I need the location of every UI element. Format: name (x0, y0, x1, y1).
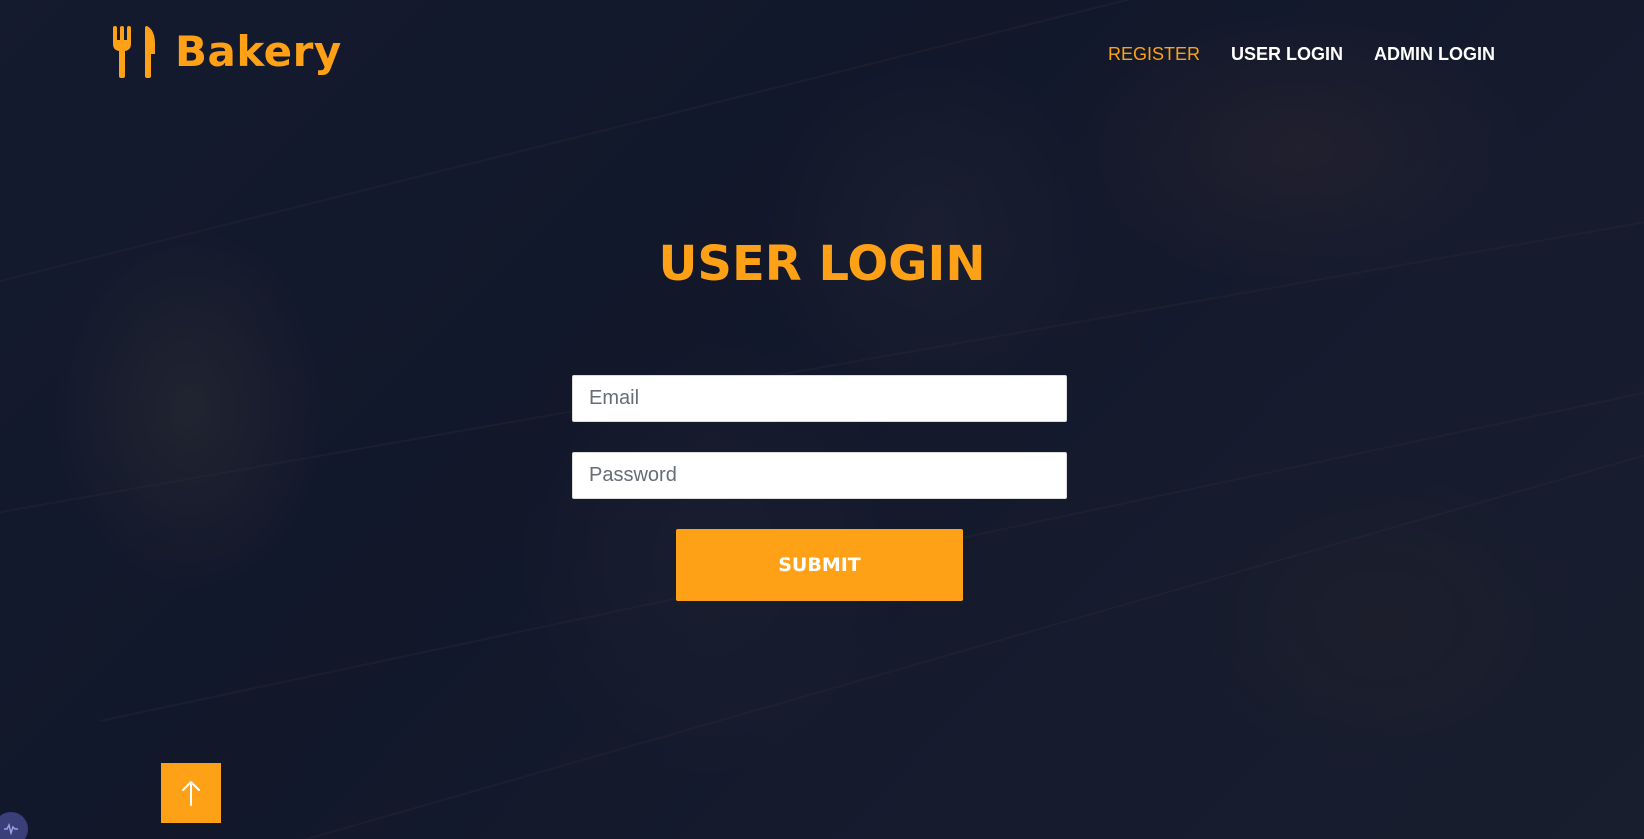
brand-logo[interactable]: Bakery (113, 26, 342, 78)
brand-name: Bakery (175, 27, 342, 76)
waveform-icon (4, 823, 18, 835)
email-field[interactable] (572, 375, 1067, 422)
arrow-up-icon (182, 781, 200, 806)
nav-register[interactable]: REGISTER (1108, 40, 1200, 68)
password-field[interactable] (572, 452, 1067, 499)
login-form (572, 375, 1067, 499)
site-header: Bakery REGISTER USER LOGIN ADMIN LOGIN (0, 0, 1644, 110)
main-nav: REGISTER USER LOGIN ADMIN LOGIN (1108, 40, 1495, 68)
utensils-icon (113, 26, 155, 78)
page-title: USER LOGIN (658, 236, 986, 292)
nav-user-login[interactable]: USER LOGIN (1231, 40, 1343, 68)
submit-button[interactable]: SUBMIT (676, 529, 963, 601)
back-to-top-button[interactable] (161, 763, 221, 823)
nav-admin-login[interactable]: ADMIN LOGIN (1374, 40, 1495, 68)
